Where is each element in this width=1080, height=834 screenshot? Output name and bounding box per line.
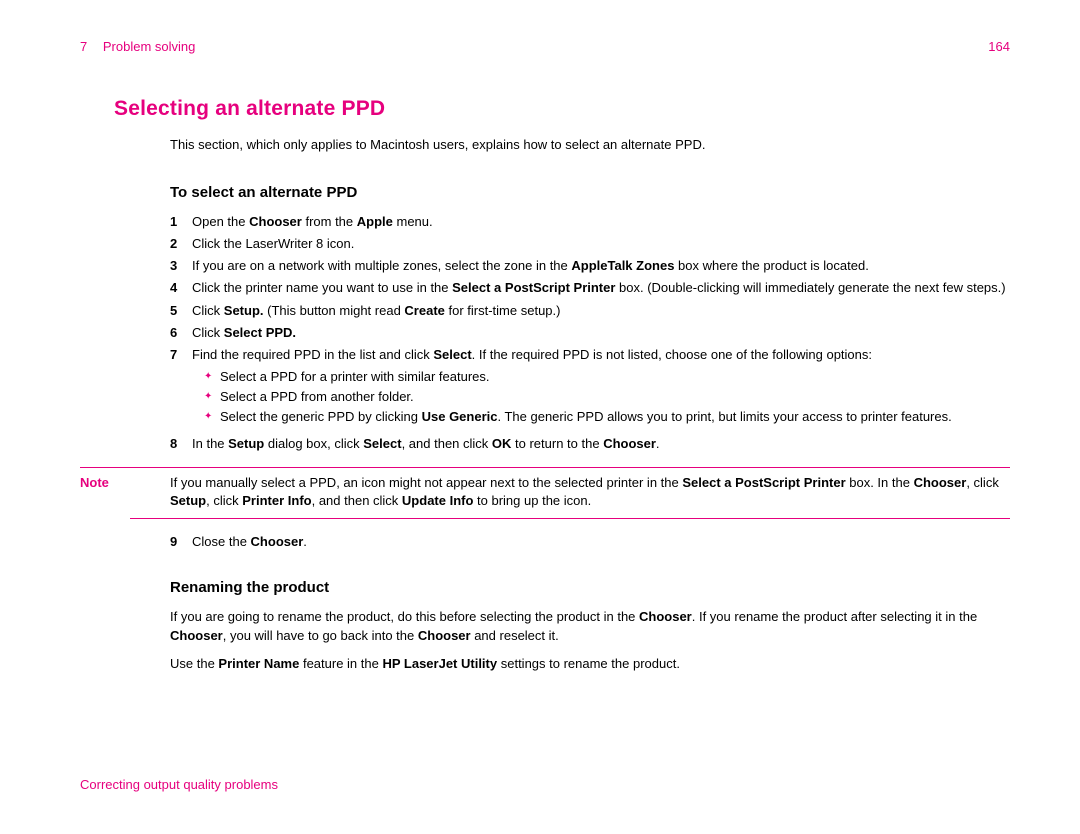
step-num: 3 xyxy=(170,257,192,275)
bullet-text: Select a PPD for a printer with similar … xyxy=(220,368,490,386)
step-num: 1 xyxy=(170,213,192,231)
step-9: 9 Close the Chooser. xyxy=(170,533,1010,551)
diamond-icon: ✦ xyxy=(204,368,220,386)
step-text: Open the Chooser from the Apple menu. xyxy=(192,213,1010,231)
steps-list-cont: 9 Close the Chooser. xyxy=(170,533,1010,551)
bullet-list: ✦ Select a PPD for a printer with simila… xyxy=(204,368,1010,427)
step-6: 6 Click Select PPD. xyxy=(170,324,1010,342)
page-header: 7 Problem solving 164 xyxy=(80,38,1010,56)
diamond-icon: ✦ xyxy=(204,408,220,426)
step-1: 1 Open the Chooser from the Apple menu. xyxy=(170,213,1010,231)
step-num: 6 xyxy=(170,324,192,342)
bullet-text: Select a PPD from another folder. xyxy=(220,388,414,406)
note-body: If you manually select a PPD, an icon mi… xyxy=(170,467,1010,519)
step-text: If you are on a network with multiple zo… xyxy=(192,257,1010,275)
paragraph: If you are going to rename the product, … xyxy=(170,608,1010,644)
step-text: Close the Chooser. xyxy=(192,533,1010,551)
step-text: Find the required PPD in the list and cl… xyxy=(192,346,1010,431)
bullet-item: ✦ Select the generic PPD by clicking Use… xyxy=(204,408,1010,426)
section-heading: To select an alternate PPD xyxy=(170,182,1010,203)
step-text: Click the LaserWriter 8 icon. xyxy=(192,235,1010,253)
chapter-title: Problem solving xyxy=(103,39,196,54)
step-num: 5 xyxy=(170,302,192,320)
step-text: Click Setup. (This button might read Cre… xyxy=(192,302,1010,320)
chapter-number: 7 xyxy=(80,39,87,54)
step-num: 2 xyxy=(170,235,192,253)
step-num: 7 xyxy=(170,346,192,431)
step-5: 5 Click Setup. (This button might read C… xyxy=(170,302,1010,320)
paragraph: Use the Printer Name feature in the HP L… xyxy=(170,655,1010,673)
step-4: 4 Click the printer name you want to use… xyxy=(170,279,1010,297)
step-num: 4 xyxy=(170,279,192,297)
footer-link: Correcting output quality problems xyxy=(80,776,278,794)
note-block: Note If you manually select a PPD, an ic… xyxy=(80,467,1010,519)
page-number: 164 xyxy=(988,38,1010,56)
step-7: 7 Find the required PPD in the list and … xyxy=(170,346,1010,431)
page-title: Selecting an alternate PPD xyxy=(114,94,1010,123)
bullet-item: ✦ Select a PPD from another folder. xyxy=(204,388,1010,406)
step-2: 2 Click the LaserWriter 8 icon. xyxy=(170,235,1010,253)
step-text: Click the printer name you want to use i… xyxy=(192,279,1010,297)
section-heading: Renaming the product xyxy=(170,577,1010,598)
step-num: 9 xyxy=(170,533,192,551)
intro-paragraph: This section, which only applies to Maci… xyxy=(170,136,1010,154)
steps-list: 1 Open the Chooser from the Apple menu. … xyxy=(170,213,1010,453)
manual-page: 7 Problem solving 164 Selecting an alter… xyxy=(0,0,1080,834)
diamond-icon: ✦ xyxy=(204,388,220,406)
step-3: 3 If you are on a network with multiple … xyxy=(170,257,1010,275)
step-8: 8 In the Setup dialog box, click Select,… xyxy=(170,435,1010,453)
step-text: In the Setup dialog box, click Select, a… xyxy=(192,435,1010,453)
bullet-item: ✦ Select a PPD for a printer with simila… xyxy=(204,368,1010,386)
step-num: 8 xyxy=(170,435,192,453)
chapter-label: 7 Problem solving xyxy=(80,38,195,56)
bullet-text: Select the generic PPD by clicking Use G… xyxy=(220,408,952,426)
step-text: Click Select PPD. xyxy=(192,324,1010,342)
